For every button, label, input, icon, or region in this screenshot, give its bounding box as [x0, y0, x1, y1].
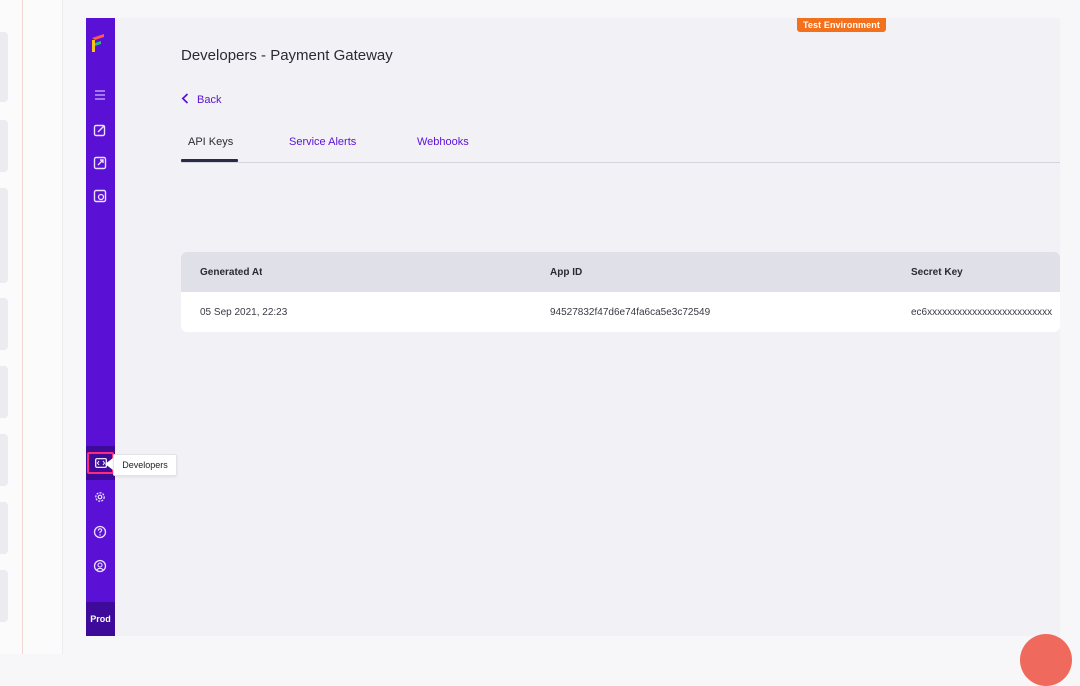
background-list-strip: [0, 0, 63, 654]
ghost-item: [0, 120, 8, 172]
ghost-item: [0, 434, 8, 486]
environment-switch[interactable]: Prod: [86, 602, 115, 636]
table-header: Generated At App ID Secret Key: [181, 252, 1060, 292]
column-header: Secret Key: [911, 266, 963, 278]
account-icon[interactable]: [91, 557, 109, 575]
column-header: Generated At: [200, 266, 263, 278]
tab-webhooks[interactable]: Webhooks: [417, 136, 469, 148]
page-title: Developers - Payment Gateway: [181, 47, 393, 64]
table-row[interactable]: 05 Sep 2021, 22:23 94527832f47d6e74fa6ca…: [181, 292, 1060, 332]
brand-logo: [90, 32, 106, 52]
back-link[interactable]: Back: [181, 93, 221, 107]
back-chevron-icon: [181, 93, 189, 107]
active-tab-indicator: [181, 159, 238, 162]
back-label: Back: [197, 94, 222, 106]
export-icon[interactable]: [91, 154, 109, 172]
tooltip-pointer: [105, 458, 113, 470]
tab-api-keys[interactable]: API Keys: [188, 136, 233, 148]
environment-badge: Test Environment: [797, 18, 886, 32]
refresh-icon[interactable]: [91, 187, 109, 205]
floating-action-button[interactable]: [1020, 634, 1072, 686]
generated-at-cell: 05 Sep 2021, 22:23: [200, 306, 288, 318]
ghost-item: [0, 188, 8, 283]
api-keys-table: Generated At App ID Secret Key 05 Sep 20…: [181, 252, 1060, 332]
column-header: App ID: [550, 266, 583, 278]
tab-service-alerts[interactable]: Service Alerts: [289, 136, 356, 148]
settings-icon[interactable]: [91, 488, 109, 506]
help-icon[interactable]: [91, 523, 109, 541]
developers-tooltip: Developers: [113, 454, 177, 476]
secret-key-cell[interactable]: ec6xxxxxxxxxxxxxxxxxxxxxxxxx: [911, 292, 1060, 332]
strip-divider: [22, 0, 23, 654]
ghost-item: [0, 298, 8, 350]
edit-icon[interactable]: [91, 121, 109, 139]
sidebar: Prod: [86, 18, 115, 636]
ghost-item: [0, 366, 8, 418]
menu-icon[interactable]: [91, 86, 109, 104]
ghost-item: [0, 32, 8, 102]
app-id-cell[interactable]: 94527832f47d6e74fa6ca5e3c72549: [550, 292, 710, 332]
ghost-item: [0, 570, 8, 622]
tab-bar: API Keys Service Alerts Webhooks: [181, 128, 1060, 163]
ghost-item: [0, 502, 8, 554]
